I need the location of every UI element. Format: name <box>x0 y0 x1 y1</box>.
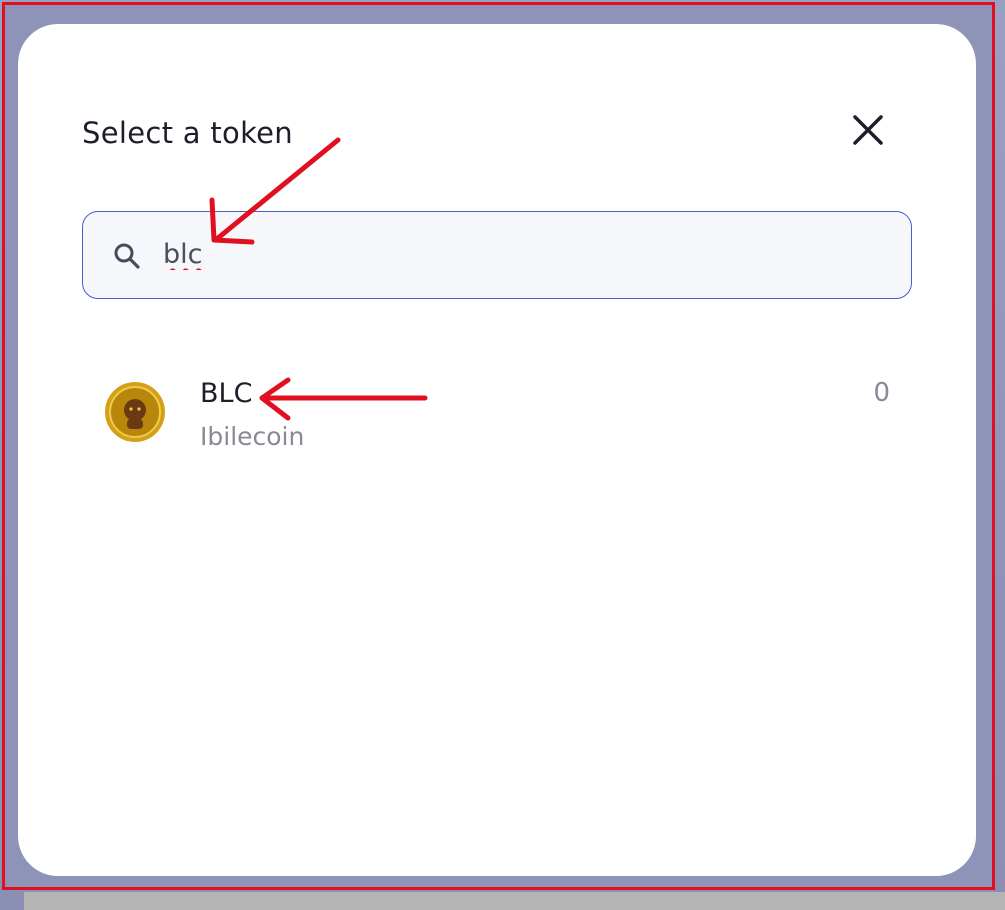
token-search-box[interactable] <box>82 211 912 299</box>
token-symbol: BLC <box>200 378 253 409</box>
search-icon <box>114 243 140 269</box>
close-button[interactable] <box>848 110 888 150</box>
modal-title: Select a token <box>82 116 293 150</box>
token-balance: 0 <box>873 378 890 408</box>
close-icon <box>853 115 883 145</box>
ibilecoin-logo <box>105 382 165 442</box>
token-name: Ibilecoin <box>200 422 305 451</box>
search-input[interactable] <box>163 232 863 276</box>
token-list-item[interactable]: BLC Ibilecoin 0 <box>82 354 912 464</box>
bottom-shadow-strip <box>24 892 1005 910</box>
token-select-modal: Select a token BLC Ibilecoin 0 <box>18 24 976 876</box>
